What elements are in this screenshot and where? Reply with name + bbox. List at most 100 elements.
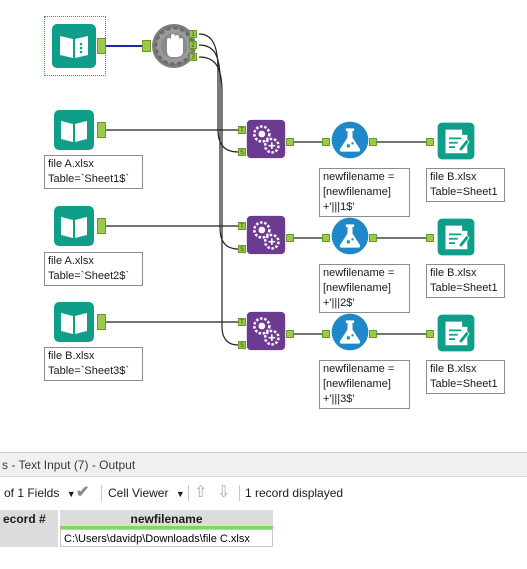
book-icon xyxy=(54,206,94,246)
append-1-target-anchor[interactable]: T xyxy=(238,126,246,134)
append-fields-tool-3[interactable] xyxy=(246,311,286,351)
output-3-caption: file B.xlsx Table=Sheet1 xyxy=(426,360,505,394)
input-3-table: Table=`Sheet3$` xyxy=(48,365,130,377)
chevron-down-icon: ▼ xyxy=(66,489,76,499)
arrow-down-icon[interactable]: ⇩ xyxy=(217,480,233,506)
formula-tool-3[interactable] xyxy=(330,312,370,352)
formula-3-line3: +'|||3$' xyxy=(323,393,355,405)
formula-2-line3: +'|||2$' xyxy=(323,297,355,309)
input-3-output-anchor[interactable] xyxy=(97,314,106,330)
input-1-table: Table=`Sheet1$` xyxy=(48,173,130,185)
book-icon xyxy=(54,302,94,342)
formula-1-line3: +'|||1$' xyxy=(323,201,355,213)
append-3-source-anchor[interactable]: S xyxy=(238,341,246,349)
append-2-output-anchor[interactable] xyxy=(286,234,294,242)
formula-2-output-anchor[interactable] xyxy=(369,234,377,242)
book-icon xyxy=(54,110,94,150)
input-1-caption: file A.xlsx Table=`Sheet1$` xyxy=(44,155,143,189)
input-tool-2[interactable] xyxy=(50,202,98,250)
apply-check-icon[interactable]: ✔ xyxy=(76,480,96,506)
output-document-icon xyxy=(437,314,475,352)
flask-icon xyxy=(331,121,369,159)
output-1-file: file B.xlsx xyxy=(430,171,477,183)
output-2-input-anchor[interactable] xyxy=(426,234,434,242)
results-toolbar: of 1 Fields ▼ ✔ Cell Viewer ▼ ⇧ ⇩ 1 reco… xyxy=(0,480,527,506)
column-header-record[interactable]: ecord # xyxy=(0,510,58,529)
cell-viewer-selector[interactable]: Cell Viewer ▼ xyxy=(108,480,186,506)
record-count: 1 record displayed xyxy=(245,486,344,500)
output-1-caption: file B.xlsx Table=Sheet1 xyxy=(426,168,505,202)
input-3-caption: file B.xlsx Table=`Sheet3$` xyxy=(44,347,143,381)
append-fields-tool-2[interactable] xyxy=(246,215,286,255)
append-1-output-anchor[interactable] xyxy=(286,138,294,146)
input-tool-3[interactable] xyxy=(50,298,98,346)
append-2-source-anchor[interactable]: S xyxy=(238,245,246,253)
formula-3-output-anchor[interactable] xyxy=(369,330,377,338)
append-1-source-anchor[interactable]: S xyxy=(238,148,246,156)
formula-2-line2: [newfilename] xyxy=(323,282,391,294)
output-tool-3[interactable] xyxy=(435,312,477,354)
formula-1-output-anchor[interactable] xyxy=(369,138,377,146)
formula-2-input-anchor[interactable] xyxy=(322,234,330,242)
test-output-anchor-3[interactable]: 3 xyxy=(189,53,197,61)
text-input-tool[interactable] xyxy=(50,22,98,70)
output-2-caption: file B.xlsx Table=Sheet1 xyxy=(426,264,505,298)
formula-tool-2[interactable] xyxy=(330,216,370,256)
append-gears-icon xyxy=(246,311,286,351)
input-3-file: file B.xlsx xyxy=(48,350,95,362)
newfilename-cell[interactable]: C:\Users\davidp\Downloads\file C.xlsx xyxy=(60,529,273,547)
formula-tool-1[interactable] xyxy=(330,120,370,160)
output-1-table: Table=Sheet1 xyxy=(430,186,498,198)
results-grid: ecord # newfilename C:\Users\davidp\Down… xyxy=(0,506,527,569)
formula-3-line2: [newfilename] xyxy=(323,378,391,390)
book-icon xyxy=(52,24,96,68)
input-2-file: file A.xlsx xyxy=(48,255,94,267)
results-title: s - Text Input (7) - Output xyxy=(0,452,527,477)
cell-viewer-label: Cell Viewer xyxy=(108,486,169,500)
formula-1-line1: newfilename = xyxy=(323,171,395,183)
input-1-output-anchor[interactable] xyxy=(97,122,106,138)
chevron-down-icon: ▼ xyxy=(175,489,185,499)
output-2-table: Table=Sheet1 xyxy=(430,282,498,294)
output-2-file: file B.xlsx xyxy=(430,267,477,279)
fields-selector[interactable]: of 1 Fields ▼ xyxy=(4,480,76,506)
output-3-table: Table=Sheet1 xyxy=(430,378,498,390)
test-output-anchor-1[interactable]: 1 xyxy=(189,30,197,38)
output-document-icon xyxy=(437,218,475,256)
record-number-cell xyxy=(0,529,58,547)
flask-icon xyxy=(331,217,369,255)
append-3-target-anchor[interactable]: T xyxy=(238,318,246,326)
results-panel: s - Text Input (7) - Output of 1 Fields … xyxy=(0,452,527,569)
toolbar-divider xyxy=(239,485,240,501)
workflow-canvas[interactable]: 1 2 3 file A.xlsx Table=`Sheet1$` T S ne… xyxy=(0,0,527,452)
output-3-input-anchor[interactable] xyxy=(426,330,434,338)
append-gears-icon xyxy=(246,119,286,159)
formula-1-input-anchor[interactable] xyxy=(322,138,330,146)
output-1-input-anchor[interactable] xyxy=(426,138,434,146)
input-tool-1[interactable] xyxy=(50,106,98,154)
append-fields-tool-1[interactable] xyxy=(246,119,286,159)
formula-3-caption: newfilename = [newfilename] +'|||3$' xyxy=(319,360,410,409)
formula-1-caption: newfilename = [newfilename] +'|||1$' xyxy=(319,168,410,217)
output-document-icon xyxy=(437,122,475,160)
formula-2-caption: newfilename = [newfilename] +'|||2$' xyxy=(319,264,410,313)
output-3-file: file B.xlsx xyxy=(430,363,477,375)
input-2-table: Table=`Sheet2$` xyxy=(48,270,130,282)
output-tool-2[interactable] xyxy=(435,216,477,258)
append-3-output-anchor[interactable] xyxy=(286,330,294,338)
arrow-up-icon[interactable]: ⇧ xyxy=(194,480,210,506)
column-header-newfilename[interactable]: newfilename xyxy=(60,510,273,529)
test-output-anchor-2[interactable]: 2 xyxy=(189,41,197,49)
formula-2-line1: newfilename = xyxy=(323,267,395,279)
formula-1-line2: [newfilename] xyxy=(323,186,391,198)
formula-3-line1: newfilename = xyxy=(323,363,395,375)
flask-icon xyxy=(331,313,369,351)
toolbar-divider xyxy=(101,485,102,501)
input-2-output-anchor[interactable] xyxy=(97,218,106,234)
input-1-file: file A.xlsx xyxy=(48,158,94,170)
append-2-target-anchor[interactable]: T xyxy=(238,222,246,230)
fields-selector-label: of 1 Fields xyxy=(4,486,60,500)
output-tool-1[interactable] xyxy=(435,120,477,162)
text-input-output-anchor[interactable] xyxy=(97,38,106,54)
formula-3-input-anchor[interactable] xyxy=(322,330,330,338)
